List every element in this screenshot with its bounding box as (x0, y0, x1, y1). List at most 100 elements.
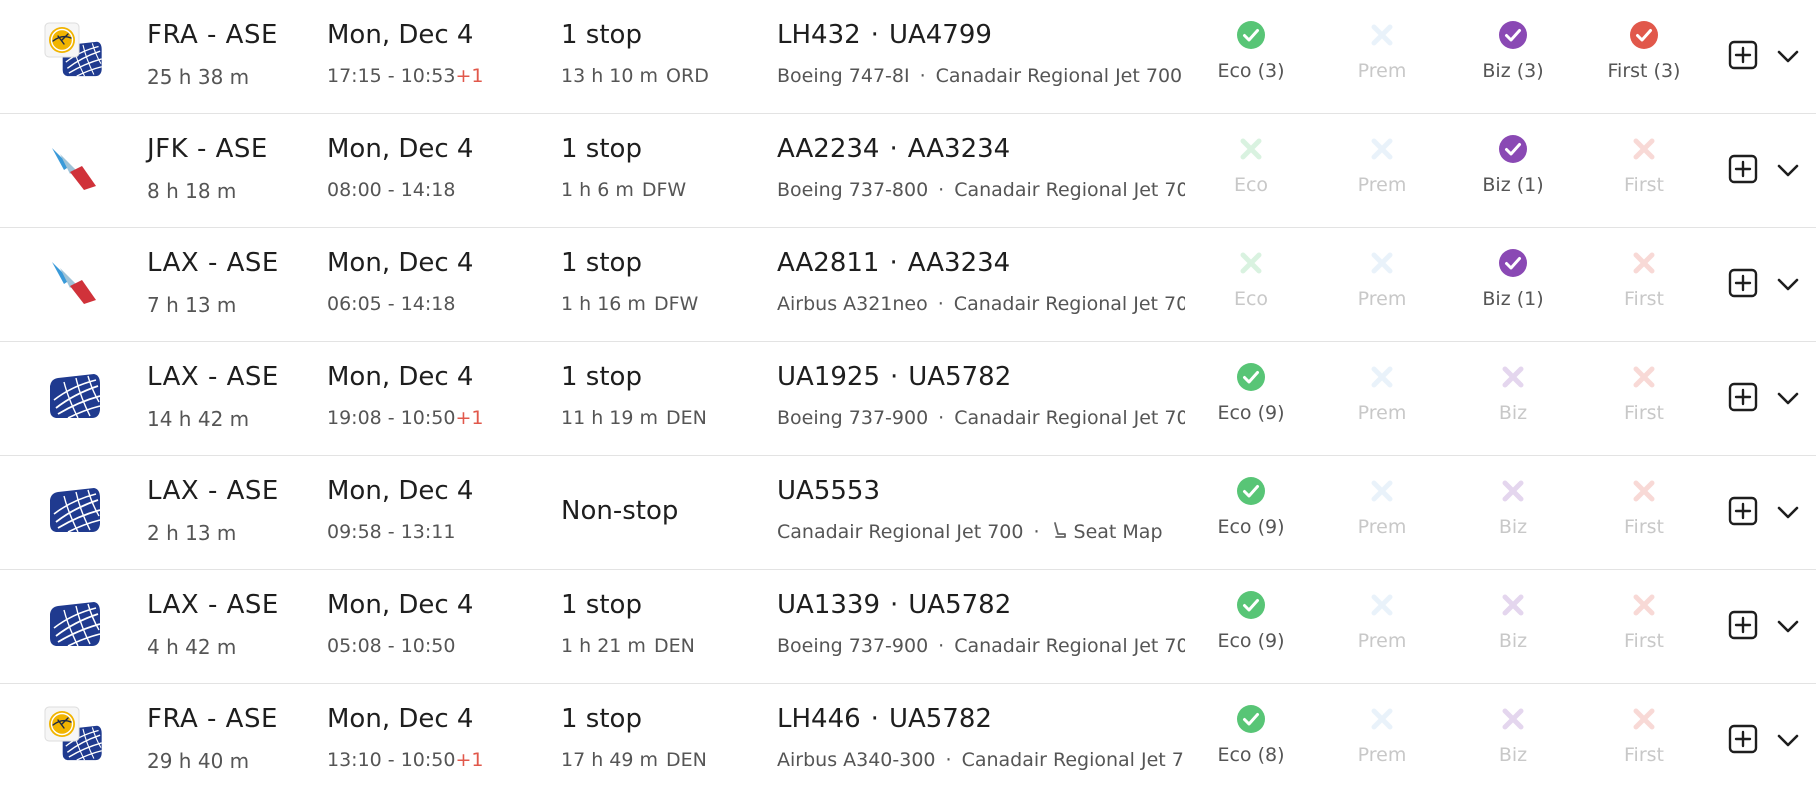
plus-day-indicator: +1 (455, 749, 484, 771)
total-duration: 14 h 42 m (147, 407, 250, 431)
time-range: 06:05 - 14:18 (327, 293, 455, 315)
aircraft-info: Canadair Regional Jet 700 · Seat Map (777, 521, 1185, 543)
aircraft-name: Canadair Regional Jet 700 (954, 407, 1185, 429)
flight-numbers: UA5553 (777, 476, 880, 506)
add-flight-button[interactable] (1728, 154, 1758, 184)
total-duration: 7 h 13 m (147, 293, 237, 317)
flight-numbers: LH432 · UA4799 (777, 20, 992, 50)
unavailable-x-icon (1633, 138, 1655, 160)
cabin-label: Prem (1357, 288, 1407, 310)
chevron-down-icon[interactable] (1776, 616, 1800, 636)
route: LAX - ASE (147, 248, 279, 278)
cabin-prem-availability: Prem (1327, 704, 1437, 766)
flight-row[interactable]: FRA - ASE 29 h 40 m Mon, Dec 4 13:10 - 10:5… (0, 684, 1816, 798)
cabin-label: Prem (1357, 630, 1407, 652)
departure-date: Mon, Dec 4 (327, 476, 474, 506)
layover-info: 17 h 49 m DEN (561, 749, 707, 771)
cabin-biz-availability: Biz (1) (1458, 248, 1568, 310)
cabin-eco-availability: Eco (9) (1196, 476, 1306, 538)
cabin-eco-availability: Eco (1196, 134, 1306, 196)
cabin-first-availability: First (1589, 476, 1699, 538)
add-flight-button[interactable] (1728, 268, 1758, 298)
cabin-first-availability: First (1589, 590, 1699, 652)
route: LAX - ASE (147, 590, 279, 620)
american-airlines-icon (44, 136, 104, 196)
add-flight-button[interactable] (1728, 610, 1758, 640)
add-flight-button[interactable] (1728, 496, 1758, 526)
chevron-down-icon[interactable] (1776, 502, 1800, 522)
lufthansa-united-icon (44, 706, 104, 766)
layover-time: 17 h 49 m (561, 749, 659, 771)
time-range: 09:58 - 13:11 (327, 521, 455, 543)
cabin-biz-availability: Biz (1458, 362, 1568, 424)
cabin-label: Prem (1357, 402, 1407, 424)
separator-dot: · (889, 134, 898, 164)
seat-icon (1053, 522, 1066, 538)
check-circle-icon (1630, 21, 1658, 49)
separator-dot: · (938, 407, 945, 429)
united-globe (50, 374, 101, 419)
cabin-label: First (3) (1607, 60, 1681, 82)
cabin-label: Prem (1357, 516, 1407, 538)
chevron-down-icon[interactable] (1776, 46, 1800, 66)
unavailable-x-icon (1371, 138, 1393, 160)
add-flight-button[interactable] (1728, 40, 1758, 70)
add-flight-button[interactable] (1728, 382, 1758, 412)
time-range: 05:08 - 10:50 (327, 635, 455, 657)
separator-dot: · (938, 179, 945, 201)
flight-row[interactable]: LAX - ASE 14 h 42 m Mon, Dec 4 19:08 - 10:5… (0, 342, 1816, 456)
cabin-prem-availability: Prem (1327, 134, 1437, 196)
aircraft-name: Canadair Regional Jet 700 (953, 293, 1185, 315)
cabin-eco-availability: Eco (3) (1196, 20, 1306, 82)
cabin-label: Prem (1357, 174, 1407, 196)
cabin-label: Eco (9) (1217, 402, 1285, 424)
flight-number: LH432 (777, 20, 861, 50)
flight-row[interactable]: LAX - ASE 4 h 42 m Mon, Dec 4 05:08 - 10:50… (0, 570, 1816, 684)
cabin-first-availability: First (1589, 134, 1699, 196)
layover-airport: DEN (666, 749, 707, 771)
unavailable-x-icon (1502, 480, 1524, 502)
departure-date: Mon, Dec 4 (327, 248, 474, 278)
route: LAX - ASE (147, 362, 279, 392)
seat-map-link[interactable]: Seat Map (1050, 521, 1163, 543)
cabin-label: Biz (1498, 744, 1528, 766)
unavailable-x-icon (1633, 594, 1655, 616)
flight-number: UA4799 (888, 20, 992, 50)
aircraft-info: Boeing 737-800 · Canadair Regional Jet 700 (777, 179, 1185, 201)
flight-row[interactable]: FRA - ASE 25 h 38 m Mon, Dec 4 17:15 - 10:5… (0, 0, 1816, 114)
chevron-down-icon[interactable] (1776, 388, 1800, 408)
time-range: 08:00 - 14:18 (327, 179, 455, 201)
flight-row[interactable]: JFK - ASE 8 h 18 m Mon, Dec 4 08:00 - 14:18… (0, 114, 1816, 228)
stops-count: 1 stop (561, 248, 642, 278)
united-airlines-icon (44, 592, 104, 652)
seat-map-label: Seat Map (1073, 521, 1163, 543)
route: FRA - ASE (147, 20, 278, 50)
aircraft-info: Boeing 747-8I · Canadair Regional Jet 700 (777, 65, 1185, 87)
chevron-down-icon[interactable] (1776, 274, 1800, 294)
departure-date: Mon, Dec 4 (327, 704, 474, 734)
check-circle-icon (1237, 477, 1265, 505)
layover-airport: DEN (666, 407, 707, 429)
united-globe (50, 488, 101, 533)
flight-number: UA1339 (777, 590, 880, 620)
plus-day-indicator: +1 (455, 65, 484, 87)
flight-results-list: FRA - ASE 25 h 38 m Mon, Dec 4 17:15 - 10:5… (0, 0, 1816, 798)
aircraft-info: Boeing 737-900 · Canadair Regional Jet 700 (777, 635, 1185, 657)
time-range-text: 05:08 - 10:50 (327, 635, 456, 657)
flight-row[interactable]: LAX - ASE 2 h 13 m Mon, Dec 4 09:58 - 13:11… (0, 456, 1816, 570)
cabin-label: Eco (1233, 174, 1269, 196)
check-circle-icon (1237, 21, 1265, 49)
chevron-down-icon[interactable] (1776, 730, 1800, 750)
cabin-label: Eco (8) (1217, 744, 1285, 766)
flight-row[interactable]: LAX - ASE 7 h 13 m Mon, Dec 4 06:05 - 14:18… (0, 228, 1816, 342)
cabin-first-availability: First (1589, 248, 1699, 310)
stops-count: 1 stop (561, 704, 642, 734)
chevron-down-icon[interactable] (1776, 160, 1800, 180)
check-circle-icon (1237, 591, 1265, 619)
departure-date: Mon, Dec 4 (327, 134, 474, 164)
separator-dot: · (870, 20, 879, 50)
add-flight-button[interactable] (1728, 724, 1758, 754)
cabin-eco-availability: Eco (9) (1196, 362, 1306, 424)
flight-number: UA5782 (888, 704, 992, 734)
cabin-label: Eco (1233, 288, 1269, 310)
